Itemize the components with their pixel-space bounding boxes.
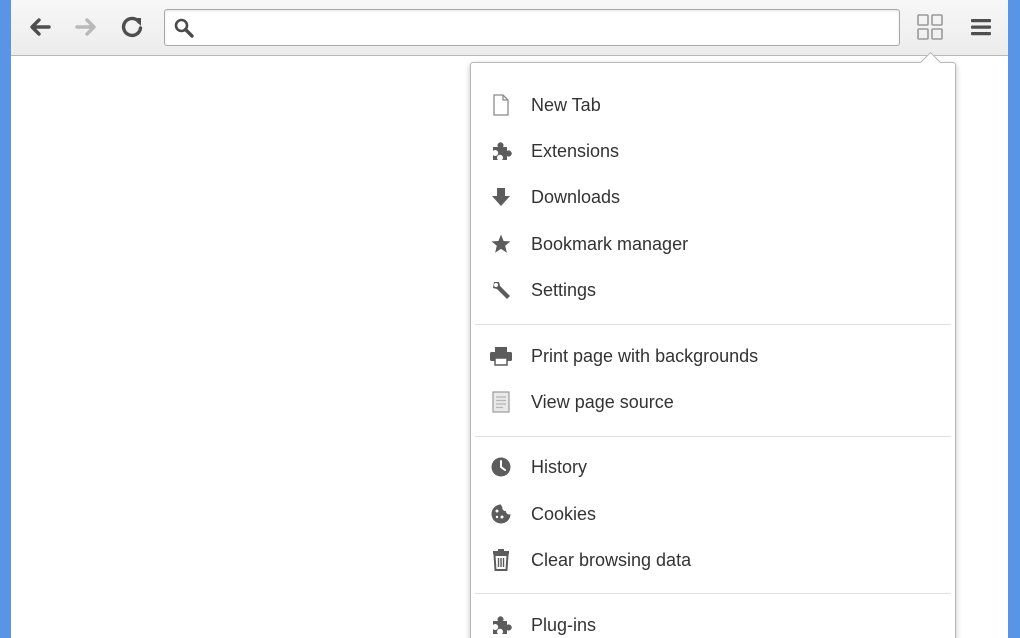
menu-item-plug-ins[interactable]: Plug-ins <box>471 605 955 638</box>
omnibox[interactable] <box>164 9 900 46</box>
menu-item-extensions[interactable]: Extensions <box>471 131 955 171</box>
menu-item-history[interactable]: History <box>471 447 955 487</box>
back-arrow-icon <box>30 18 51 36</box>
menu-item-label: History <box>531 456 588 477</box>
puzzle-icon <box>489 613 513 637</box>
omnibox-input[interactable] <box>203 16 887 40</box>
search-icon <box>173 17 195 44</box>
toolbar <box>11 0 1008 56</box>
menu-item-label: Cookies <box>531 503 597 524</box>
menu-item-label: Plug-ins <box>531 614 597 635</box>
hamburger-menu-icon <box>971 19 991 36</box>
download-arrow-icon <box>489 185 513 209</box>
menu-item-bookmark-manager[interactable]: Bookmark manager <box>471 224 955 264</box>
menu-item-label: Extensions <box>531 140 620 161</box>
apps-grid-icon <box>917 14 943 40</box>
printer-icon <box>489 344 513 368</box>
menu-item-print[interactable]: Print page with backgrounds <box>471 336 955 376</box>
menu-item-label: Print page with backgrounds <box>531 345 759 366</box>
back-button[interactable] <box>23 10 57 44</box>
menu-item-label: Settings <box>531 279 597 300</box>
apps-button[interactable] <box>913 10 947 44</box>
menu-separator <box>475 593 951 594</box>
menu-item-label: Clear browsing data <box>531 549 692 570</box>
document-lines-icon <box>489 390 513 414</box>
clock-icon <box>489 455 513 479</box>
menu-item-label: Bookmark manager <box>531 233 689 254</box>
menu-item-label: Downloads <box>531 186 621 207</box>
menu-item-settings[interactable]: Settings <box>471 270 955 310</box>
reload-icon <box>121 16 143 38</box>
forward-button[interactable] <box>69 10 103 44</box>
menu-item-label: New Tab <box>531 94 601 115</box>
puzzle-icon <box>489 139 513 163</box>
menu-item-label: View page source <box>531 391 674 412</box>
menu-item-downloads[interactable]: Downloads <box>471 177 955 217</box>
cookie-icon <box>489 502 513 526</box>
menu-separator <box>475 324 951 325</box>
menu-item-new-tab[interactable]: New Tab <box>471 85 955 125</box>
menu-item-view-source[interactable]: View page source <box>471 382 955 422</box>
menu-item-clear-browsing-data[interactable]: Clear browsing data <box>471 540 955 580</box>
page-icon <box>489 93 513 117</box>
app-menu: New Tab Extensions Downloads Bookmark ma… <box>470 51 956 638</box>
menu-separator <box>475 436 951 437</box>
menu-button[interactable] <box>964 10 998 44</box>
wrench-icon <box>489 278 513 302</box>
star-icon <box>489 232 513 256</box>
trash-icon <box>489 548 513 572</box>
forward-arrow-icon <box>75 18 96 36</box>
menu-item-cookies[interactable]: Cookies <box>471 494 955 534</box>
reload-button[interactable] <box>115 10 149 44</box>
